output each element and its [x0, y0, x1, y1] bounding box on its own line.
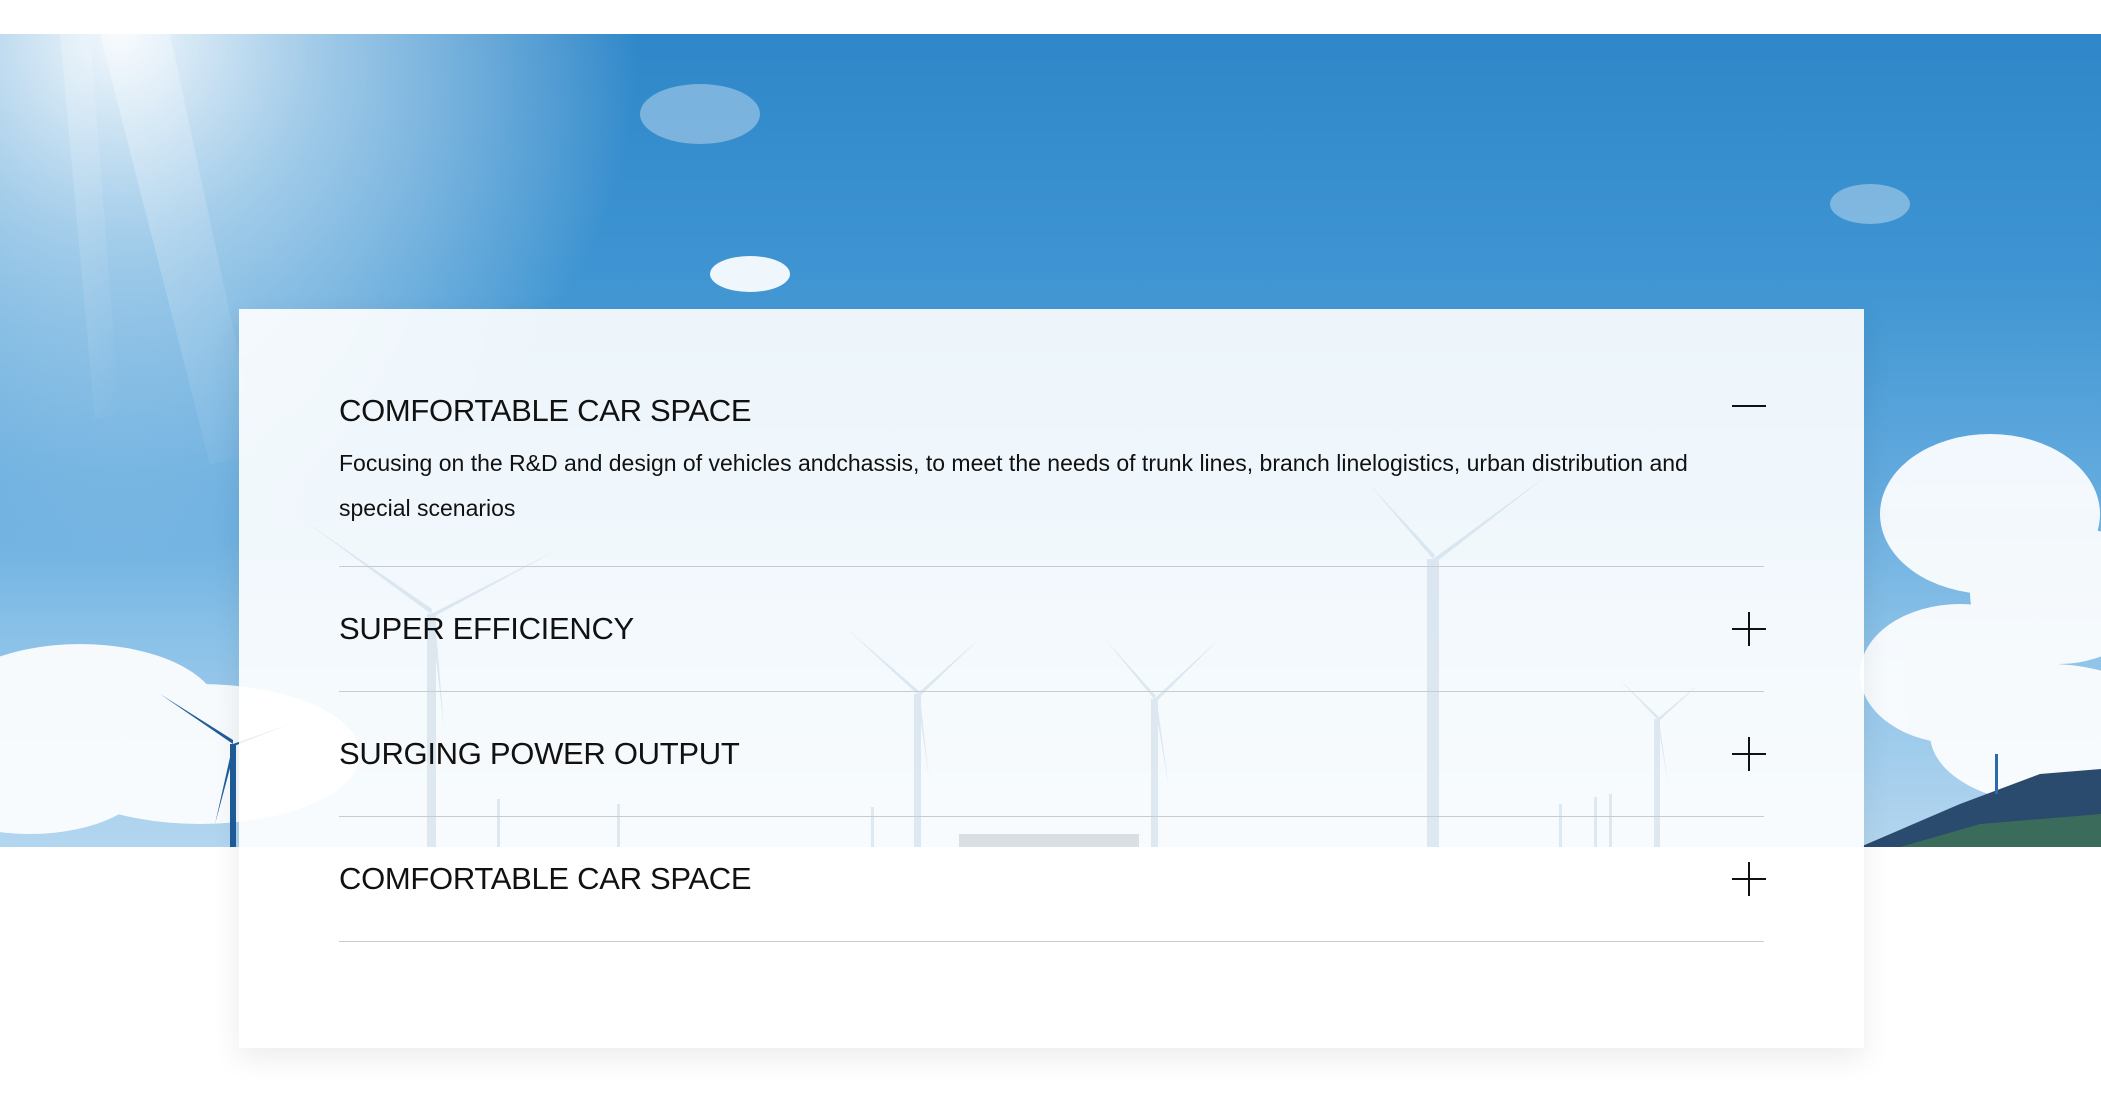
- minus-bar: [1732, 405, 1766, 407]
- plus-bar-v: [1748, 612, 1750, 646]
- accordion-list: COMFORTABLE CAR SPACE Focusing on the R&…: [339, 389, 1766, 942]
- accordion-item: COMFORTABLE CAR SPACE: [339, 817, 1766, 942]
- accordion-header[interactable]: SUPER EFFICIENCY: [339, 567, 1766, 691]
- accordion-header[interactable]: SURGING POWER OUTPUT: [339, 692, 1766, 816]
- accordion-title: COMFORTABLE CAR SPACE: [339, 861, 752, 896]
- accordion-item: SURGING POWER OUTPUT: [339, 692, 1766, 817]
- accordion-item: SUPER EFFICIENCY: [339, 567, 1766, 692]
- accordion-body-text: Focusing on the R&D and design of vehicl…: [339, 450, 1688, 521]
- accordion-header[interactable]: COMFORTABLE CAR SPACE: [339, 817, 1766, 941]
- accordion-title: SUPER EFFICIENCY: [339, 611, 634, 646]
- plus-bar-v: [1748, 737, 1750, 771]
- minus-icon[interactable]: [1732, 394, 1766, 428]
- accordion-title: COMFORTABLE CAR SPACE: [339, 393, 752, 428]
- plus-icon[interactable]: [1732, 737, 1766, 771]
- feature-accordion-panel: COMFORTABLE CAR SPACE Focusing on the R&…: [239, 309, 1864, 1048]
- accordion-header[interactable]: COMFORTABLE CAR SPACE: [339, 389, 1766, 433]
- page: COMFORTABLE CAR SPACE Focusing on the R&…: [0, 0, 2101, 1097]
- accordion-item: COMFORTABLE CAR SPACE Focusing on the R&…: [339, 389, 1766, 567]
- plus-icon[interactable]: [1732, 612, 1766, 646]
- plus-bar-v: [1748, 862, 1750, 896]
- accordion-title: SURGING POWER OUTPUT: [339, 736, 740, 771]
- plus-icon[interactable]: [1732, 862, 1766, 896]
